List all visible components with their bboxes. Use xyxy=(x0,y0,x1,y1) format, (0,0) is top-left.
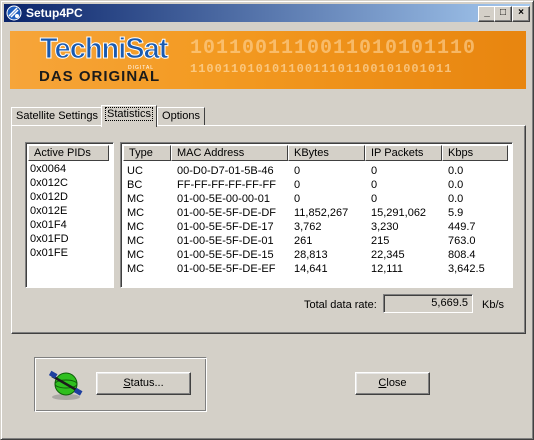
list-item[interactable]: 0x012C xyxy=(30,177,68,190)
satellite-globe-icon xyxy=(48,370,83,400)
close-window-button[interactable]: × xyxy=(512,6,530,22)
close-button[interactable]: Close xyxy=(355,372,430,395)
list-item[interactable]: 0x01FD xyxy=(30,233,69,246)
technisat-logo: TechniSat DIGITAL xyxy=(36,33,194,72)
banner-binary-bottom: 11001101010110011101100101001011 xyxy=(190,62,453,76)
tab-statistics[interactable]: Statistics xyxy=(101,105,157,127)
list-item[interactable]: 0x01FE xyxy=(30,247,68,260)
tab-options[interactable]: Options xyxy=(157,107,205,126)
window-title: Setup4PC xyxy=(26,6,83,20)
list-item[interactable]: 0x0064 xyxy=(30,163,66,176)
active-pids-list[interactable]: Active PIDs 0x0064 0x012C 0x012D 0x012E … xyxy=(25,142,114,288)
total-rate-label: Total data rate: xyxy=(304,299,377,311)
technisat-banner: 1011001110011010101110 11001101010110011… xyxy=(10,31,526,89)
column-header-mac[interactable]: MAC Address xyxy=(171,145,288,161)
total-rate-unit: Kb/s xyxy=(482,299,505,311)
column-header-type[interactable]: Type xyxy=(123,145,171,161)
satellite-dish-icon xyxy=(6,5,22,21)
statistics-table[interactable]: Type MAC Address KBytes IP Packets Kbps … xyxy=(120,142,513,288)
title-bar[interactable]: Setup4PC _ □ × xyxy=(4,4,530,22)
status-button[interactable]: Status... xyxy=(96,372,191,395)
active-pids-header[interactable]: Active PIDs xyxy=(28,145,109,161)
maximize-button[interactable]: □ xyxy=(494,6,512,22)
column-header-ip-packets[interactable]: IP Packets xyxy=(365,145,442,161)
logo-text: TechniSat xyxy=(39,33,168,66)
list-item[interactable]: 0x01F4 xyxy=(30,219,67,232)
list-item[interactable]: 0x012D xyxy=(30,191,68,204)
app-window: Setup4PC _ □ × 1011001110011010101110 11… xyxy=(0,0,534,440)
banner-binary-top: 1011001110011010101110 xyxy=(190,37,477,60)
column-header-kbps[interactable]: Kbps xyxy=(442,145,508,161)
tab-satellite-settings[interactable]: Satellite Settings xyxy=(11,107,103,126)
column-header-kbytes[interactable]: KBytes xyxy=(288,145,365,161)
list-item[interactable]: 0x012E xyxy=(30,205,67,218)
banner-tagline: DAS ORIGINAL xyxy=(39,68,161,85)
total-rate-field: 5,669.5 xyxy=(383,294,473,313)
